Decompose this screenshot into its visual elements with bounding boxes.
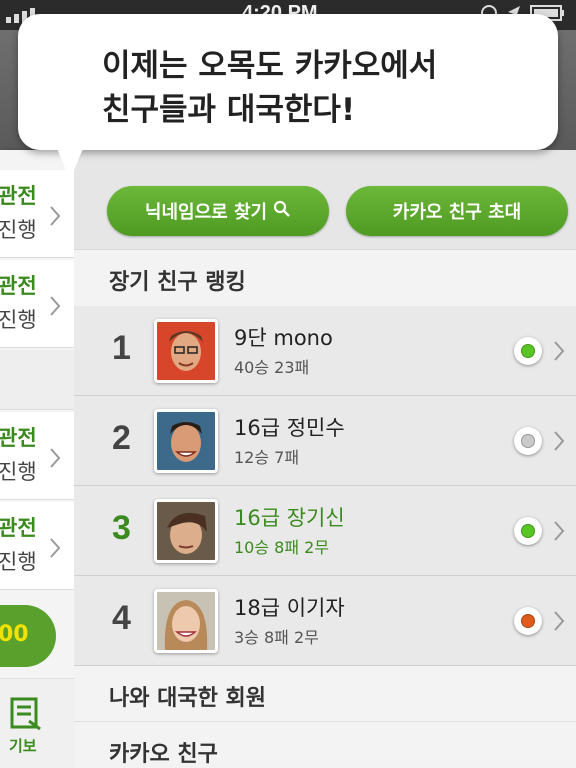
rank-number: 2 (112, 419, 131, 457)
offline-status-icon (514, 427, 542, 455)
chevron-right-icon (48, 204, 62, 232)
avatar (154, 499, 218, 563)
ranking-row[interactable]: 4 18급 이기자 3승 8패 2무 (74, 576, 576, 666)
tab-kibo[interactable]: 기보 (0, 678, 74, 768)
rank-number: 1 (112, 329, 131, 367)
green-action-button[interactable]: 00 (0, 605, 56, 667)
online-status-icon (514, 337, 542, 365)
avatar (154, 589, 218, 653)
tooltip-bubble: 이제는 오목도 카카오에서 친구들과 대국한다! (18, 14, 558, 150)
player-record: 12승 7패 (234, 448, 300, 467)
section-title-ranking: 장기 친구 랭킹 (74, 250, 576, 306)
main-content: 닉네임으로 찾기 카카오 친구 초대 장기 친구 랭킹 1 9단 mono 40… (74, 150, 576, 768)
player-name: 18급 이기자 (234, 596, 345, 620)
ranking-row-self[interactable]: 3 16급 장기신 10승 8패 2무 (74, 486, 576, 576)
ranking-row[interactable]: 2 16급 정민수 12승 7패 (74, 396, 576, 486)
player-name: 16급 장기신 (234, 506, 345, 530)
left-list-item[interactable]: 관전 진행 (0, 260, 74, 348)
left-divider (0, 350, 74, 410)
player-name: 16급 정민수 (234, 416, 345, 440)
tooltip-tail (56, 146, 84, 180)
left-list-item[interactable]: 관전 진행 (0, 412, 74, 500)
player-record: 3승 8패 2무 (234, 628, 319, 647)
left-item-sublabel: 진행 (0, 218, 37, 242)
tooltip-line-2: 친구들과 대국한다! (102, 92, 356, 128)
left-item-sublabel: 진행 (0, 460, 37, 484)
search-icon (273, 200, 291, 223)
left-item-label: 관전 (0, 184, 37, 208)
left-list-item[interactable]: 관전 진행 (0, 170, 74, 258)
rank-number: 4 (112, 599, 131, 637)
chevron-right-icon (48, 294, 62, 322)
chevron-right-icon (552, 519, 566, 547)
avatar (154, 409, 218, 473)
left-item-sublabel: 진행 (0, 308, 37, 332)
player-record: 40승 23패 (234, 358, 310, 377)
chevron-right-icon (48, 536, 62, 564)
ranking-row[interactable]: 1 9단 mono 40승 23패 (74, 306, 576, 396)
find-by-nickname-label: 닉네임으로 찾기 (144, 202, 268, 223)
tooltip-line-1: 이제는 오목도 카카오에서 (102, 48, 438, 84)
chevron-right-icon (552, 429, 566, 457)
left-item-label: 관전 (0, 516, 37, 540)
left-drawer: 관전 진행 관전 진행 관전 진행 관전 진행 00 기보 (0, 150, 74, 768)
invite-kakao-friend-label: 카카오 친구 초대 (392, 202, 522, 223)
record-note-icon (9, 697, 43, 735)
player-name: 9단 mono (234, 326, 333, 350)
find-by-nickname-button[interactable]: 닉네임으로 찾기 (107, 186, 329, 236)
section-title-played-members[interactable]: 나와 대국한 회원 (74, 666, 576, 722)
rank-number: 3 (112, 509, 131, 547)
invite-kakao-friend-button[interactable]: 카카오 친구 초대 (346, 186, 568, 236)
chevron-right-icon (552, 609, 566, 637)
chevron-right-icon (48, 446, 62, 474)
online-status-icon (514, 517, 542, 545)
friend-actions-bar: 닉네임으로 찾기 카카오 친구 초대 (74, 150, 576, 250)
left-item-label: 관전 (0, 426, 37, 450)
player-record: 10승 8패 2무 (234, 538, 330, 557)
section-title-kakao-friends[interactable]: 카카오 친구 (74, 722, 576, 768)
left-list-item[interactable]: 관전 진행 (0, 502, 74, 590)
left-item-label: 관전 (0, 274, 37, 298)
left-item-sublabel: 진행 (0, 550, 37, 574)
playing-status-icon (514, 607, 542, 635)
chevron-right-icon (552, 339, 566, 367)
avatar (154, 319, 218, 383)
tab-kibo-label: 기보 (9, 737, 37, 755)
